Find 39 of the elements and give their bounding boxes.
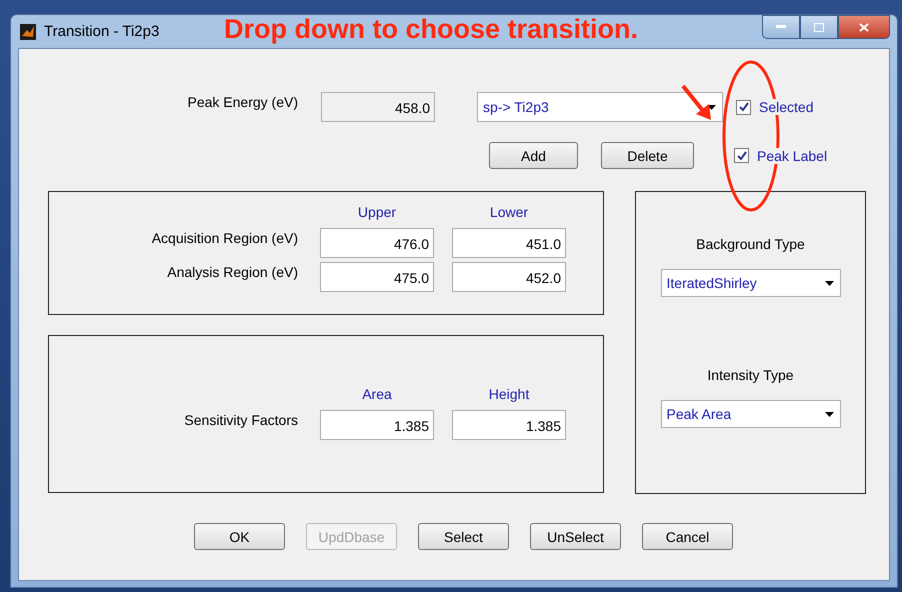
column-header: Lower <box>488 204 530 220</box>
field-label: Peak Energy (eV) <box>186 94 298 110</box>
dialog-button[interactable]: Cancel <box>642 523 733 550</box>
field-label: Intensity Type <box>707 367 794 383</box>
dialog-button[interactable]: OK <box>194 523 285 550</box>
annotation-text: Drop down to choose transition. <box>224 14 638 45</box>
input-field[interactable]: 451.0 <box>452 228 566 258</box>
check-icon <box>738 102 748 112</box>
maximize-button[interactable] <box>800 15 838 39</box>
delete-button[interactable]: Delete <box>601 142 694 169</box>
caret-icon <box>824 412 834 416</box>
field-label: Analysis Region (eV) <box>166 264 298 280</box>
background-type-dropdown[interactable]: IteratedShirley <box>660 269 840 297</box>
input-field[interactable]: 475.0 <box>320 262 434 292</box>
add-button[interactable]: Add <box>489 142 578 169</box>
input-field[interactable]: 452.0 <box>452 262 566 292</box>
input-field[interactable]: 476.0 <box>320 228 434 258</box>
caret-icon <box>824 280 834 286</box>
input-field[interactable]: 1.385 <box>452 410 566 440</box>
dialog-button[interactable]: Select <box>418 523 509 550</box>
field-label: Background Type <box>696 236 805 252</box>
window-title: Transition - Ti2p3 <box>44 23 160 40</box>
input-field[interactable]: 1.385 <box>320 410 434 440</box>
minimize-icon <box>776 25 786 29</box>
transition-dropdown[interactable]: sp-> Ti2p3 <box>477 92 723 122</box>
column-header: Area <box>361 386 393 402</box>
minimize-button[interactable] <box>762 15 800 39</box>
close-icon <box>859 22 869 32</box>
dialog-button[interactable]: UnSelect <box>530 523 621 550</box>
app-logo-icon <box>20 24 36 40</box>
column-header: Height <box>488 386 530 402</box>
field-label: Sensitivity Factors <box>183 412 298 428</box>
intensity-type-dropdown[interactable]: Peak Area <box>660 400 840 428</box>
maximize-icon <box>814 22 824 32</box>
column-header: Upper <box>356 204 398 220</box>
check-icon <box>736 150 746 160</box>
field-label: Acquisition Region (eV) <box>150 230 298 246</box>
close-button[interactable] <box>838 15 890 39</box>
annotation-arrow <box>680 84 714 122</box>
